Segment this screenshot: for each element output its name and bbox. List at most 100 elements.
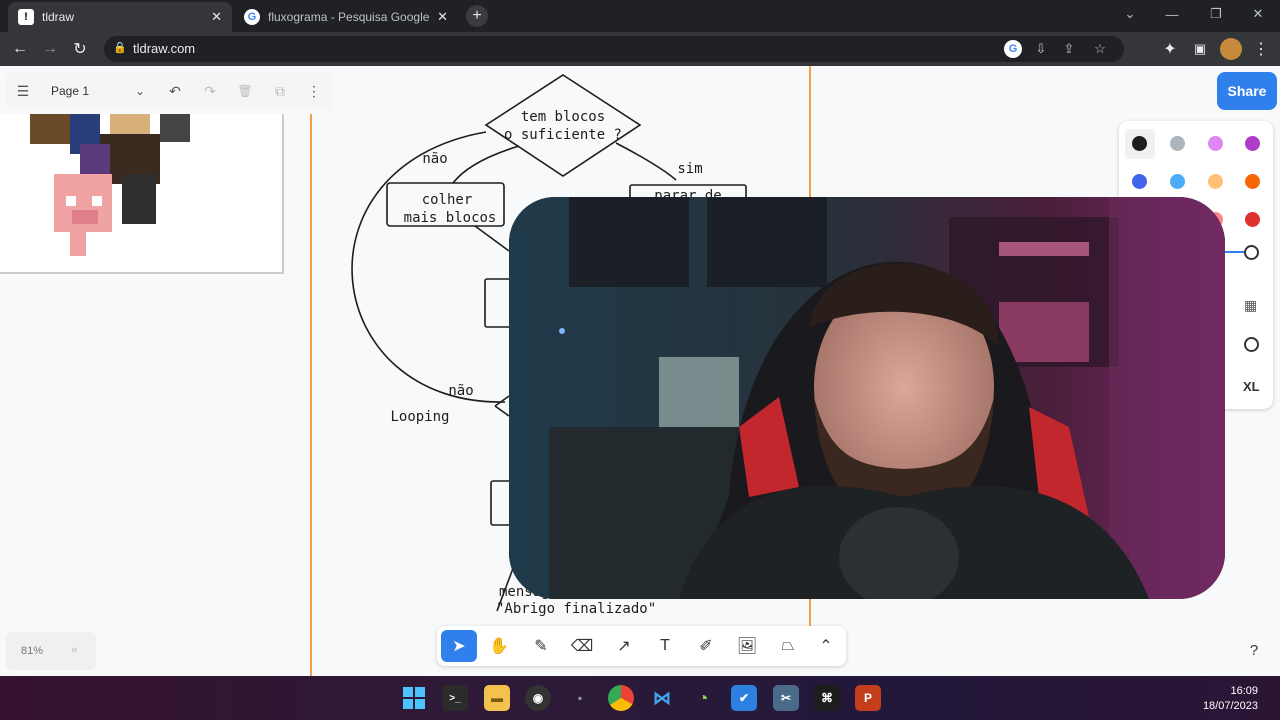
clock-date: 18/07/2023	[1202, 700, 1258, 712]
color-swatch[interactable]	[1245, 136, 1260, 151]
tldraw-canvas[interactable]: tem blocos o suficiente ? não sim colher…	[0, 66, 1280, 676]
zoom-indicator[interactable]: 81% »	[6, 632, 96, 670]
color-swatch[interactable]	[1208, 174, 1223, 189]
clock-time: 16:09	[1230, 685, 1258, 697]
label-looping: Looping	[390, 409, 449, 425]
url-text: tldraw.com	[133, 41, 196, 56]
tab-tldraw[interactable]: ! tldraw ✕	[8, 2, 232, 32]
color-swatch[interactable]	[1208, 136, 1223, 151]
new-tab-button[interactable]: +	[466, 5, 488, 27]
file-explorer-icon[interactable]: ▬	[484, 685, 510, 711]
lock-icon: 🔒	[113, 42, 127, 54]
profile-avatar[interactable]	[1220, 38, 1242, 60]
forward-arrow-icon[interactable]: →	[39, 38, 61, 60]
color-swatch[interactable]	[1132, 136, 1147, 151]
tab-title: tldraw	[42, 10, 75, 24]
terminal-icon[interactable]: >_	[442, 685, 468, 711]
tab-strip: ! tldraw ✕ G fluxograma - Pesquisa Googl…	[0, 0, 1280, 32]
share-page-icon[interactable]: ⇪	[1060, 40, 1078, 58]
tab-google[interactable]: G fluxograma - Pesquisa Google ✕	[234, 2, 458, 32]
dash-style-icon[interactable]	[1244, 337, 1259, 352]
process1-line1: colher	[422, 192, 473, 208]
start-windows-icon[interactable]	[401, 685, 427, 711]
image-tool-icon[interactable]: 🖼	[729, 630, 765, 662]
color-swatch[interactable]	[1170, 136, 1185, 151]
google-favicon-icon: G	[244, 9, 260, 25]
system-clock[interactable]: 16:09 18/07/2023	[1203, 684, 1258, 714]
arrow-nao	[452, 145, 520, 184]
install-app-icon[interactable]: ⇩	[1032, 40, 1050, 58]
tldraw-favicon-icon: !	[18, 9, 34, 25]
arrow-tool-icon[interactable]: ↗	[606, 630, 642, 662]
powerpoint-icon[interactable]: P	[855, 685, 881, 711]
capcut-icon[interactable]: ⌘	[814, 685, 840, 711]
color-swatch[interactable]	[1132, 174, 1147, 189]
process1-line2: mais blocos	[404, 210, 497, 226]
undo-icon[interactable]: ↶	[166, 82, 184, 100]
trash-icon[interactable]: 🗑	[236, 82, 254, 100]
color-swatch[interactable]	[1245, 174, 1260, 189]
duplicate-icon[interactable]: ⧉	[271, 82, 289, 100]
opacity-slider-handle[interactable]	[1244, 245, 1259, 260]
eraser-tool-icon[interactable]: ⌫	[564, 630, 600, 662]
decision1-line2: o suficiente ?	[504, 127, 622, 143]
reload-icon[interactable]: ↻	[69, 38, 91, 60]
restore-button[interactable]: ❐	[1194, 0, 1238, 28]
select-tool-icon[interactable]: ➤	[441, 630, 477, 662]
size-xl-button[interactable]: XL	[1243, 379, 1260, 394]
text-tool-icon[interactable]: T	[647, 630, 683, 662]
snipping-tool-icon[interactable]: ✂	[773, 685, 799, 711]
zoom-level: 81%	[21, 645, 44, 657]
windows-taskbar: >_ ▬ ◉ ▪ ⋈ ◔ ✔ ✂ ⌘ P 16:09 18/07/2023	[0, 676, 1280, 720]
note-tool-icon[interactable]: ✐	[688, 630, 724, 662]
address-bar[interactable]: 🔒 tldraw.com G ⇩ ⇪ ☆	[104, 36, 1124, 62]
vscode-icon[interactable]: ⋈	[649, 685, 675, 711]
todo-icon[interactable]: ✔	[731, 685, 757, 711]
decision-diamond-1	[484, 74, 642, 177]
tab-title: fluxograma - Pesquisa Google	[268, 10, 430, 24]
edge-dev-icon[interactable]: ◔	[690, 685, 716, 711]
fill-pattern-icon[interactable]: ▦	[1244, 297, 1257, 314]
extensions-puzzle-icon[interactable]: ✦	[1159, 38, 1181, 60]
redo-icon[interactable]: ↷	[201, 82, 219, 100]
expand-minimap-icon[interactable]: »	[71, 644, 77, 656]
decision-2-edge	[494, 395, 510, 417]
help-button[interactable]: ?	[1240, 636, 1268, 664]
camera-app-icon[interactable]: ▪	[567, 685, 593, 711]
google-icon[interactable]: G	[1004, 40, 1022, 58]
label-nao-1: não	[422, 151, 447, 167]
minimize-button[interactable]: —	[1150, 0, 1194, 28]
browser-toolbar: ← → ↻ 🔒 tldraw.com G ⇩ ⇪ ☆ ✦ ▣ ⋮	[0, 32, 1280, 66]
chrome-icon[interactable]	[608, 685, 634, 711]
close-tab-icon[interactable]: ✕	[211, 9, 222, 25]
close-window-button[interactable]: ✕	[1236, 0, 1280, 28]
webcam-overlay	[509, 197, 1225, 599]
label-sim: sim	[677, 161, 702, 177]
back-arrow-icon[interactable]: ←	[9, 38, 31, 60]
more-actions-icon[interactable]: ⋮	[305, 82, 323, 100]
tldraw-top-menu: ☰ Page 1 ⌄ ↶ ↷ 🗑 ⧉ ⋮	[6, 72, 332, 110]
close-tab-icon[interactable]: ✕	[437, 9, 448, 25]
tab-search-icon[interactable]: ⌄	[1108, 0, 1152, 28]
share-button[interactable]: Share	[1217, 72, 1277, 110]
loop-arrow	[351, 131, 506, 403]
hamburger-menu-icon[interactable]: ☰	[14, 82, 32, 100]
decision1-line1: tem blocos	[521, 109, 605, 125]
bookmark-star-icon[interactable]: ☆	[1091, 40, 1109, 58]
message-line2: "Abrigo finalizado"	[496, 601, 656, 617]
webcam-video-image	[509, 197, 1225, 599]
label-nao-2: não	[448, 383, 473, 399]
side-panel-icon[interactable]: ▣	[1189, 38, 1211, 60]
more-tools-chevron-icon[interactable]: ⌃	[808, 630, 844, 662]
arrow-down	[474, 225, 510, 252]
tool-bar: ➤ ✋ ✎ ⌫ ↗ T ✐ 🖼 ⏢ ⌃	[437, 626, 846, 666]
color-swatch[interactable]	[1170, 174, 1185, 189]
shape-tool-icon[interactable]: ⏢	[770, 630, 806, 662]
page-selector-label[interactable]: Page 1	[51, 84, 89, 98]
draw-tool-icon[interactable]: ✎	[523, 630, 559, 662]
color-swatch[interactable]	[1245, 212, 1260, 227]
chevron-down-icon[interactable]: ⌄	[131, 82, 149, 100]
obs-icon[interactable]: ◉	[525, 685, 551, 711]
more-menu-icon[interactable]: ⋮	[1250, 38, 1272, 60]
hand-tool-icon[interactable]: ✋	[481, 630, 517, 662]
